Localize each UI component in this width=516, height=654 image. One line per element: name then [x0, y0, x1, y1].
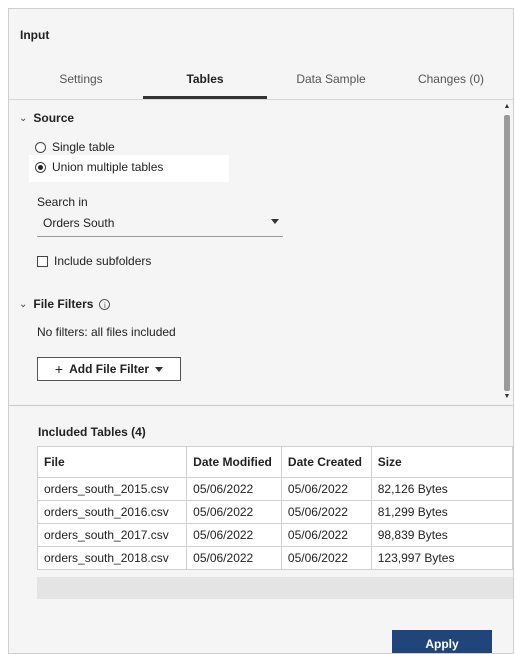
- dropdown-caret-icon: [155, 366, 164, 372]
- file-name-cell: orders_south_2018.csv: [36, 546, 188, 570]
- included-tables-title: Included Tables (4): [38, 425, 146, 439]
- included-tables-grid: File Date Modified Date Created Size ord…: [36, 446, 513, 570]
- date-created-cell: 05/06/2022: [280, 500, 372, 524]
- info-icon[interactable]: i: [99, 298, 111, 310]
- date-modified-cell: 05/06/2022: [186, 523, 282, 547]
- chevron-down-icon[interactable]: ⌄: [19, 299, 27, 310]
- dropdown-caret-icon: [271, 219, 279, 224]
- table-footer-bar: [37, 577, 513, 599]
- date-created-cell: 05/06/2022: [280, 523, 372, 547]
- date-modified-cell: 05/06/2022: [186, 477, 282, 501]
- file-name-cell: orders_south_2016.csv: [36, 500, 188, 524]
- file-filters-heading: File Filters: [33, 297, 94, 311]
- panel-title: Input: [20, 28, 50, 42]
- table-row[interactable]: orders_south_2015.csv 05/06/2022 05/06/2…: [36, 477, 513, 501]
- plus-icon: +: [54, 361, 64, 377]
- apply-button[interactable]: Apply: [392, 630, 492, 653]
- source-heading: Source: [33, 111, 75, 125]
- input-panel: Input Settings Tables Data Sample Change…: [8, 8, 514, 654]
- scroll-up-arrow-icon[interactable]: ▲: [502, 103, 512, 110]
- file-filters-section-header[interactable]: ⌄ File Filters i: [19, 297, 111, 311]
- include-subfolders-option[interactable]: Include subfolders: [37, 254, 151, 268]
- column-header-file[interactable]: File: [36, 446, 188, 478]
- column-header-size[interactable]: Size: [370, 446, 513, 478]
- single-table-label: Single table: [52, 140, 115, 154]
- add-file-filter-button[interactable]: + Add File Filter: [37, 357, 181, 381]
- union-multiple-tables-label: Union multiple tables: [52, 160, 164, 174]
- tab-settings[interactable]: Settings: [37, 71, 125, 99]
- include-subfolders-label: Include subfolders: [54, 254, 152, 268]
- search-in-label: Search in: [37, 195, 88, 209]
- tab-data-sample[interactable]: Data Sample: [281, 71, 381, 99]
- column-header-date-created[interactable]: Date Created: [280, 446, 372, 478]
- tab-changes[interactable]: Changes (0): [401, 71, 501, 99]
- union-multiple-tables-radio[interactable]: [35, 161, 46, 173]
- tab-divider: [9, 99, 513, 100]
- search-in-dropdown[interactable]: Orders South: [37, 214, 283, 237]
- date-created-cell: 05/06/2022: [280, 546, 372, 570]
- size-cell: 123,997 Bytes: [370, 546, 513, 570]
- table-row[interactable]: orders_south_2017.csv 05/06/2022 05/06/2…: [36, 523, 513, 547]
- table-row[interactable]: orders_south_2016.csv 05/06/2022 05/06/2…: [36, 500, 513, 524]
- tab-bar: Settings Tables Data Sample Changes (0): [9, 71, 513, 99]
- file-name-cell: orders_south_2015.csv: [36, 477, 188, 501]
- single-table-radio[interactable]: [35, 141, 46, 153]
- section-divider[interactable]: [9, 405, 513, 406]
- include-subfolders-checkbox[interactable]: [37, 255, 48, 267]
- file-filters-status: No filters: all files included: [37, 325, 176, 339]
- single-table-option[interactable]: Single table: [35, 140, 115, 154]
- date-created-cell: 05/06/2022: [280, 477, 372, 501]
- table-row[interactable]: orders_south_2018.csv 05/06/2022 05/06/2…: [36, 546, 513, 570]
- date-modified-cell: 05/06/2022: [186, 546, 282, 570]
- search-in-value: Orders South: [43, 216, 115, 230]
- source-section-header[interactable]: ⌄ Source: [19, 111, 74, 125]
- add-file-filter-label: Add File Filter: [69, 362, 150, 376]
- chevron-down-icon[interactable]: ⌄: [19, 113, 27, 124]
- settings-scrollbar[interactable]: ▲ ▼: [502, 103, 512, 403]
- size-cell: 82,126 Bytes: [370, 477, 513, 501]
- table-header-row: File Date Modified Date Created Size: [36, 446, 513, 478]
- scroll-down-arrow-icon[interactable]: ▼: [502, 393, 512, 400]
- tab-tables[interactable]: Tables: [143, 71, 267, 99]
- date-modified-cell: 05/06/2022: [186, 500, 282, 524]
- size-cell: 81,299 Bytes: [370, 500, 513, 524]
- column-header-date-modified[interactable]: Date Modified: [186, 446, 282, 478]
- scrollbar-thumb[interactable]: [504, 115, 510, 391]
- file-name-cell: orders_south_2017.csv: [36, 523, 188, 547]
- size-cell: 98,839 Bytes: [370, 523, 513, 547]
- union-multiple-tables-option[interactable]: Union multiple tables: [35, 160, 163, 174]
